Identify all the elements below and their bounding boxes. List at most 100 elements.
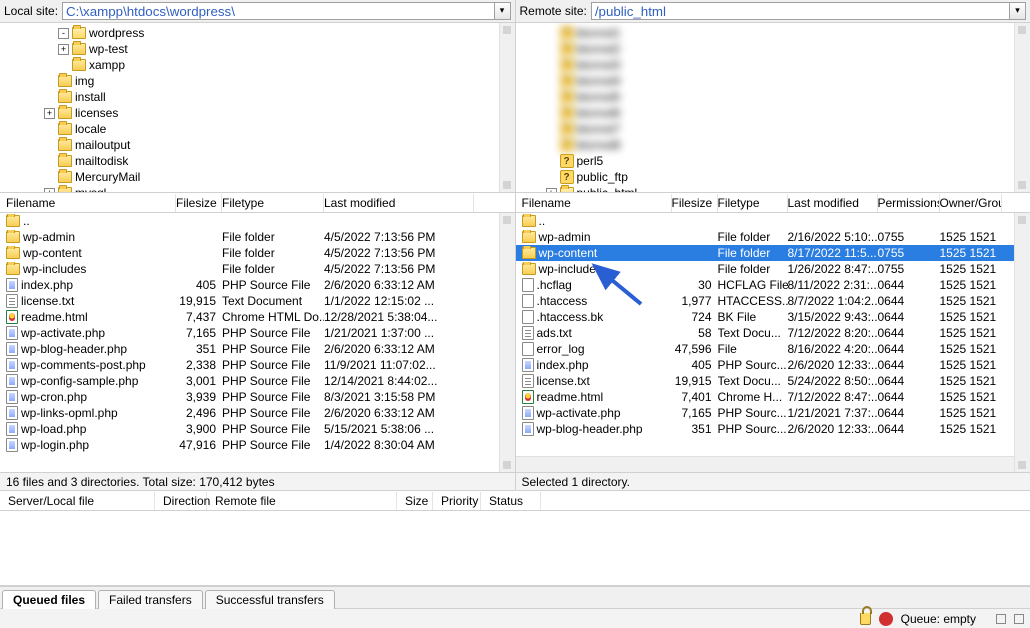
file-row[interactable]: license.txt19,915Text Document1/1/2022 1… [0, 293, 515, 309]
file-row[interactable]: wp-adminFile folder2/16/2022 5:10:...075… [516, 229, 1030, 245]
col-status[interactable]: Status [481, 492, 541, 510]
scrollbar[interactable] [1014, 23, 1030, 192]
scrollbar[interactable] [1014, 213, 1030, 472]
scrollbar[interactable] [499, 23, 515, 192]
php-file-icon [6, 278, 18, 292]
tree-item[interactable]: MercuryMail [2, 169, 513, 185]
file-permissions: 0644 [878, 342, 940, 356]
expander-icon[interactable]: + [44, 188, 55, 193]
file-row[interactable]: wp-login.php47,916PHP Source File1/4/202… [0, 437, 515, 453]
tree-item[interactable]: ?public_ftp [518, 169, 1029, 185]
file-row[interactable]: wp-config-sample.php3,001PHP Source File… [0, 373, 515, 389]
file-row[interactable]: wp-contentFile folder4/5/2022 7:13:56 PM [0, 245, 515, 261]
tree-item[interactable]: ?perl5 [518, 153, 1029, 169]
scrollbar-horizontal[interactable] [516, 456, 1015, 472]
tree-item[interactable]: ?blurred6 [518, 105, 1029, 121]
file-row[interactable]: .hcflag30HCFLAG File8/11/2022 2:31:...06… [516, 277, 1030, 293]
local-status: 16 files and 3 directories. Total size: … [0, 472, 515, 490]
file-row[interactable]: wp-blog-header.php351PHP Source File2/6/… [0, 341, 515, 357]
col-priority[interactable]: Priority [433, 492, 481, 510]
remote-path-dropdown[interactable]: ▾ [1010, 2, 1026, 20]
file-row[interactable]: wp-includesFile folder1/26/2022 8:47:...… [516, 261, 1030, 277]
tree-item[interactable]: mailoutput [2, 137, 513, 153]
file-row[interactable]: wp-contentFile folder8/17/2022 11:5...07… [516, 245, 1030, 261]
col-server-local[interactable]: Server/Local file [0, 492, 155, 510]
tree-item[interactable]: ?blurred4 [518, 73, 1029, 89]
file-modified: 5/15/2021 5:38:06 ... [324, 422, 474, 436]
tab-queued-files[interactable]: Queued files [2, 590, 96, 609]
tree-item[interactable]: +mysql [2, 185, 513, 192]
tree-item[interactable]: +wp-test [2, 41, 513, 57]
local-file-list[interactable]: ..wp-adminFile folder4/5/2022 7:13:56 PM… [0, 213, 515, 472]
col-filename[interactable]: Filename [522, 194, 672, 212]
tree-item[interactable]: ?blurred3 [518, 57, 1029, 73]
remote-file-list[interactable]: ..wp-adminFile folder2/16/2022 5:10:...0… [516, 213, 1030, 472]
col-filename[interactable]: Filename [6, 194, 176, 212]
tree-item[interactable]: ?blurred2 [518, 41, 1029, 57]
tree-item[interactable]: ?blurred7 [518, 121, 1029, 137]
tree-item[interactable]: img [2, 73, 513, 89]
file-row[interactable]: readme.html7,401Chrome H...7/12/2022 8:4… [516, 389, 1030, 405]
file-name: wp-content [23, 246, 82, 260]
file-row[interactable]: readme.html7,437Chrome HTML Do...12/28/2… [0, 309, 515, 325]
folder-icon [6, 231, 20, 243]
tab-successful-transfers[interactable]: Successful transfers [205, 590, 335, 609]
scrollbar[interactable] [499, 213, 515, 472]
file-row[interactable]: wp-adminFile folder4/5/2022 7:13:56 PM [0, 229, 515, 245]
col-modified[interactable]: Last modified [324, 194, 474, 212]
file-row[interactable]: .. [0, 213, 515, 229]
file-type: PHP Sourc... [718, 406, 788, 420]
col-filetype[interactable]: Filetype [222, 194, 324, 212]
tree-item[interactable]: ?blurred8 [518, 137, 1029, 153]
file-row[interactable]: ads.txt58Text Docu...7/12/2022 8:20:...0… [516, 325, 1030, 341]
file-row[interactable]: wp-comments-post.php2,338PHP Source File… [0, 357, 515, 373]
file-row[interactable]: wp-includesFile folder4/5/2022 7:13:56 P… [0, 261, 515, 277]
file-name: wp-content [539, 246, 598, 260]
expander-icon[interactable]: - [58, 28, 69, 39]
col-owner[interactable]: Owner/Group [940, 194, 1002, 212]
file-row[interactable]: wp-blog-header.php351PHP Sourc...2/6/202… [516, 421, 1030, 437]
file-row[interactable]: wp-activate.php7,165PHP Sourc...1/21/202… [516, 405, 1030, 421]
remote-path-input[interactable] [591, 2, 1010, 20]
local-path-dropdown[interactable]: ▾ [495, 2, 511, 20]
tree-item[interactable]: xampp [2, 57, 513, 73]
expander-icon[interactable]: + [58, 44, 69, 55]
file-row[interactable]: license.txt19,915Text Docu...5/24/2022 8… [516, 373, 1030, 389]
remote-tree[interactable]: ?blurred1?blurred2?blurred3?blurred4?blu… [516, 23, 1030, 192]
tree-item[interactable]: ?blurred1 [518, 25, 1029, 41]
file-row[interactable]: .htaccess1,977HTACCESS...8/7/2022 1:04:2… [516, 293, 1030, 309]
file-row[interactable]: wp-cron.php3,939PHP Source File8/3/2021 … [0, 389, 515, 405]
col-direction[interactable]: Direction [155, 492, 207, 510]
col-permissions[interactable]: Permissions [878, 194, 940, 212]
file-row[interactable]: wp-load.php3,900PHP Source File5/15/2021… [0, 421, 515, 437]
tree-item[interactable]: ?blurred5 [518, 89, 1029, 105]
file-row[interactable]: error_log47,596File8/16/2022 4:20:...064… [516, 341, 1030, 357]
file-row[interactable]: wp-activate.php7,165PHP Source File1/21/… [0, 325, 515, 341]
tree-item[interactable]: -wordpress [2, 25, 513, 41]
expander-icon[interactable]: + [44, 108, 55, 119]
col-filesize[interactable]: Filesize [672, 194, 718, 212]
file-row[interactable]: .htaccess.bk724BK File3/15/2022 9:43:...… [516, 309, 1030, 325]
tree-item[interactable]: mailtodisk [2, 153, 513, 169]
col-filetype[interactable]: Filetype [718, 194, 788, 212]
col-remote-file[interactable]: Remote file [207, 492, 397, 510]
file-row[interactable]: wp-links-opml.php2,496PHP Source File2/6… [0, 405, 515, 421]
local-tree[interactable]: -wordpress+wp-testxamppimginstall+licens… [0, 23, 515, 192]
tab-failed-transfers[interactable]: Failed transfers [98, 590, 203, 609]
col-modified[interactable]: Last modified [788, 194, 878, 212]
tree-item[interactable]: locale [2, 121, 513, 137]
col-size[interactable]: Size [397, 492, 433, 510]
file-row[interactable]: .. [516, 213, 1030, 229]
file-size: 351 [176, 342, 222, 356]
file-row[interactable]: index.php405PHP Sourc...2/6/2020 12:33:.… [516, 357, 1030, 373]
file-permissions: 0644 [878, 278, 940, 292]
expander-icon[interactable]: + [546, 188, 557, 193]
tree-item[interactable]: +licenses [2, 105, 513, 121]
file-permissions: 0644 [878, 374, 940, 388]
tree-item[interactable]: +public_html [518, 185, 1029, 192]
col-filesize[interactable]: Filesize [176, 194, 222, 212]
queue-body[interactable] [0, 511, 1030, 585]
file-row[interactable]: index.php405PHP Source File2/6/2020 6:33… [0, 277, 515, 293]
tree-item[interactable]: install [2, 89, 513, 105]
local-path-input[interactable] [62, 2, 494, 20]
